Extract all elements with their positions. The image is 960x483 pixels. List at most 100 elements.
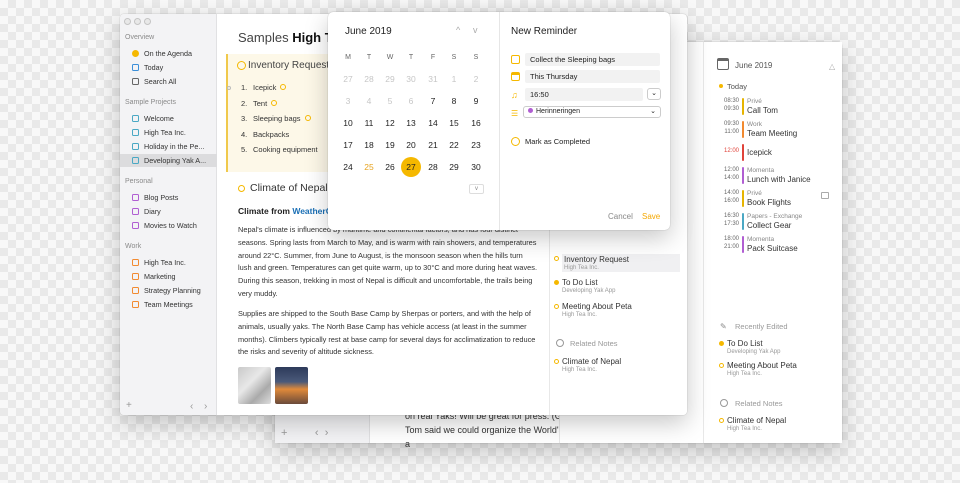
calendar-day[interactable]: 27 <box>338 69 358 89</box>
calendar-day[interactable]: 7 <box>423 91 443 111</box>
calendar-day[interactable]: 30 <box>466 157 486 177</box>
calendar-expand-button[interactable]: v <box>469 184 484 194</box>
calendar-day[interactable]: 10 <box>338 113 358 133</box>
sidebar-item[interactable]: Today <box>120 61 217 74</box>
calendar-day[interactable]: 3 <box>338 91 358 111</box>
zoom-button[interactable] <box>144 18 151 25</box>
event-title[interactable]: Team Meeting <box>747 129 797 138</box>
calendar-day[interactable]: 6 <box>401 91 421 111</box>
time-dropdown-button[interactable]: ⌄ <box>647 88 661 100</box>
calendar-day[interactable]: 14 <box>423 113 443 133</box>
calendar-day[interactable]: 23 <box>466 135 486 155</box>
calendar-day[interactable]: 18 <box>359 135 379 155</box>
image-thumbnail-mountain[interactable] <box>275 367 308 404</box>
calendar-day[interactable]: 8 <box>444 91 464 111</box>
minimize-button[interactable] <box>134 18 141 25</box>
event-category: Papers - Exchange <box>747 213 803 220</box>
sidebar-item[interactable]: Developing Yak A... <box>120 154 217 167</box>
chevron-up-icon[interactable]: ^ <box>456 25 460 35</box>
calendar-day[interactable]: 1 <box>444 69 464 89</box>
calendar-day[interactable]: 28 <box>359 69 379 89</box>
calendar-day[interactable]: 29 <box>380 69 400 89</box>
calendar-day[interactable]: 28 <box>423 157 443 177</box>
note-title: To Do List <box>727 339 763 348</box>
calendar-day[interactable]: 5 <box>380 91 400 111</box>
reminder-date-field[interactable]: This Thursday <box>525 70 660 83</box>
sidebar-item[interactable]: Search All <box>120 75 217 88</box>
calendar-day[interactable]: 31 <box>423 69 443 89</box>
save-button[interactable]: Save <box>642 212 660 221</box>
calendar-day[interactable]: 21 <box>423 135 443 155</box>
back-footer-controls[interactable]: + ‹ › <box>281 427 328 439</box>
note-list-item[interactable]: To Do List Developing Yak App <box>554 278 615 294</box>
sidebar-item[interactable]: High Tea Inc. <box>120 126 217 139</box>
sidebar-item[interactable]: Diary <box>120 205 217 218</box>
sidebar-item[interactable]: High Tea Inc. <box>120 256 217 269</box>
back-button[interactable]: ‹ <box>190 401 193 412</box>
calendar-day[interactable]: 9 <box>466 91 486 111</box>
mark-completed-row[interactable]: Mark as Completed <box>511 135 661 148</box>
sidebar-item[interactable]: Blog Posts <box>120 191 217 204</box>
calendar-select[interactable]: Herinneringen ⌄ <box>523 106 661 118</box>
related-note[interactable]: Climate of Nepal High Tea Inc. <box>554 357 621 373</box>
calendar-day[interactable]: 26 <box>380 157 400 177</box>
task-item[interactable]: 5. Cooking equipment <box>241 145 318 154</box>
status-dot <box>719 341 724 346</box>
reminder-time-field[interactable]: 16:50 <box>525 88 643 101</box>
related-icon <box>556 339 564 347</box>
calendar-day[interactable]: 19 <box>380 135 400 155</box>
recent-note[interactable]: To Do List Developing Yak App <box>719 339 780 355</box>
event-title[interactable]: Collect Gear <box>747 221 791 230</box>
image-thumbnail-map[interactable] <box>238 367 271 404</box>
note-list-item[interactable]: Inventory Request High Tea Inc. <box>554 254 680 272</box>
breadcrumb[interactable]: Samples <box>238 30 289 45</box>
sidebar-item[interactable]: Marketing <box>120 270 217 283</box>
calendar-day[interactable]: 24 <box>338 157 358 177</box>
calendar-day[interactable]: 2 <box>466 69 486 89</box>
calendar-day[interactable]: 29 <box>444 157 464 177</box>
task-item[interactable]: 4. Backpacks <box>241 130 289 139</box>
calendar-day[interactable]: 11 <box>359 113 379 133</box>
add-button[interactable]: + <box>126 400 132 411</box>
calendar-day[interactable]: 4 <box>359 91 379 111</box>
event-note-icon[interactable] <box>821 192 829 199</box>
task-item[interactable]: 1. Icepick <box>241 83 287 92</box>
calendar-day[interactable]: 13 <box>401 113 421 133</box>
chevron-down-icon[interactable]: v <box>473 25 478 35</box>
sidebar-item[interactable]: Movies to Watch <box>120 219 217 232</box>
event-title[interactable]: Book Flights <box>747 198 791 207</box>
recent-note[interactable]: Meeting About Peta High Tea Inc. <box>719 361 797 377</box>
calendar-day[interactable]: 25 <box>359 157 379 177</box>
checkbox-circle-icon[interactable] <box>511 137 520 146</box>
sidebar-item[interactable]: Team Meetings <box>120 298 217 311</box>
sidebar-section-title: Sample Projects <box>125 99 176 106</box>
event-title[interactable]: Call Tom <box>747 106 778 115</box>
sidebar-item-label: Strategy Planning <box>144 286 201 295</box>
weather-link[interactable]: WeatherO <box>292 206 332 216</box>
calendar-day[interactable]: 17 <box>338 135 358 155</box>
calendar-day[interactable]: 20 <box>401 135 421 155</box>
sidebar-item-label: On the Agenda <box>144 49 192 58</box>
calendar-day[interactable]: 27 <box>401 157 421 177</box>
forward-button[interactable]: › <box>204 401 207 412</box>
reminder-task-field[interactable]: Collect the Sleeping bags <box>525 53 660 66</box>
task-item[interactable]: 2. Tent <box>241 99 278 108</box>
calendar-day[interactable]: 30 <box>401 69 421 89</box>
task-item[interactable]: 3. Sleeping bags <box>241 114 311 123</box>
note-list-item[interactable]: Meeting About Peta High Tea Inc. <box>554 302 632 318</box>
sidebar-item[interactable]: Welcome <box>120 112 217 125</box>
sidebar-item[interactable]: Strategy Planning <box>120 284 217 297</box>
event-title[interactable]: Lunch with Janice <box>747 175 811 184</box>
calendar-day[interactable]: 22 <box>444 135 464 155</box>
cancel-button[interactable]: Cancel <box>608 212 633 221</box>
related-note[interactable]: Climate of Nepal High Tea Inc. <box>719 416 786 432</box>
calendar-day[interactable]: 15 <box>444 113 464 133</box>
sidebar-item[interactable]: On the Agenda <box>120 47 217 60</box>
calendar-day[interactable]: 16 <box>466 113 486 133</box>
close-button[interactable] <box>124 18 131 25</box>
calendar-day[interactable]: 12 <box>380 113 400 133</box>
event-title[interactable]: Icepick <box>747 148 772 157</box>
sidebar-item[interactable]: Holiday in the Pe... <box>120 140 217 153</box>
event-time: 09:30 11:00 <box>723 121 739 135</box>
event-title[interactable]: Pack Suitcase <box>747 244 798 253</box>
